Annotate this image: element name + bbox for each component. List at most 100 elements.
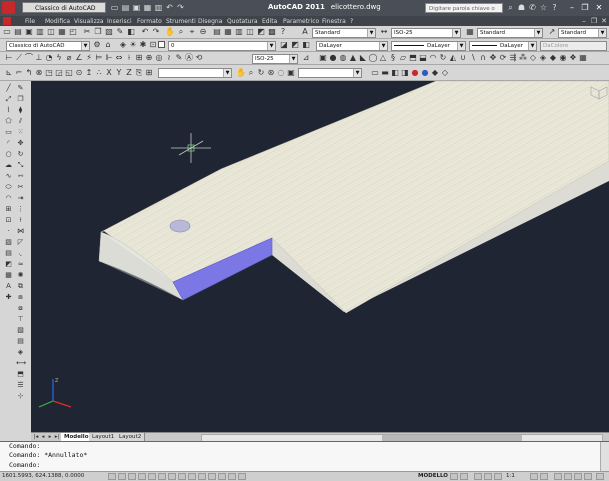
menu-file[interactable]: File — [25, 17, 35, 26]
new-file-icon[interactable]: ▭ — [110, 3, 119, 12]
pan-icon[interactable]: ✋ — [165, 27, 175, 37]
3d-align-icon[interactable]: ⇶ — [508, 53, 518, 63]
break-icon[interactable]: ⟊ — [124, 53, 134, 63]
array-icon[interactable]: ⁙ — [16, 128, 25, 137]
3d-wireframe-icon[interactable]: ◈ — [538, 53, 548, 63]
subscription-icon[interactable]: ☗ — [517, 3, 526, 12]
text-above-icon[interactable]: ⊤ — [16, 315, 25, 324]
subtract-icon[interactable]: ∖ — [468, 53, 478, 63]
doc-minimize-icon[interactable]: – — [580, 16, 588, 26]
jogged-linear-icon[interactable]: ≀ — [164, 53, 174, 63]
workspace-select[interactable]: Classico di AutoCAD ▼ — [6, 41, 90, 51]
search-icon[interactable]: ⌕ — [506, 3, 515, 12]
zoom-realtime-icon[interactable]: ⌕ — [176, 27, 186, 37]
menu-quotatura[interactable]: Quotatura — [227, 17, 258, 26]
workspace-settings-icon[interactable]: ⚙ — [92, 40, 102, 50]
3d-dwf-icon[interactable]: ◰ — [68, 27, 78, 37]
erase-icon[interactable]: ✎ — [16, 84, 25, 93]
rotate-icon[interactable]: ↻ — [16, 150, 25, 159]
minimize-button[interactable]: – — [567, 2, 577, 13]
menu-modifica[interactable]: Modifica — [45, 17, 70, 26]
ucs-origin-icon[interactable]: ⊙ — [74, 68, 84, 78]
document-icon[interactable] — [3, 17, 11, 25]
layer-previous-icon[interactable]: ◩ — [290, 40, 300, 50]
multileader-style-dropdown[interactable]: Standard ▼ — [558, 28, 607, 38]
hatch-back-icon[interactable]: ▧ — [16, 326, 25, 335]
table-style-dropdown[interactable]: Standard ▼ — [477, 28, 543, 38]
transparency-icon[interactable] — [218, 473, 226, 480]
infer-constraints-icon[interactable] — [108, 473, 116, 480]
cone-icon[interactable]: ▲ — [348, 53, 358, 63]
zoom-icon[interactable] — [484, 473, 492, 480]
revision-cloud-icon[interactable]: ☁ — [4, 161, 13, 170]
dim-update-icon[interactable]: ⟲ — [194, 53, 204, 63]
isolate-objects-icon[interactable] — [584, 473, 592, 480]
layer-walk-icon[interactable]: ◈ — [16, 348, 25, 357]
plot-icon[interactable]: ▥ — [154, 3, 163, 12]
design-center-icon[interactable]: ▦ — [223, 27, 233, 37]
favorites-icon[interactable]: ☆ — [539, 3, 548, 12]
steeringwheel-icon[interactable] — [494, 473, 502, 480]
quick-dimension-icon[interactable]: ⚡ — [84, 53, 94, 63]
quick-properties-icon[interactable] — [228, 473, 236, 480]
help-icon[interactable]: ? — [278, 27, 288, 37]
cylinder-icon[interactable]: ◍ — [338, 53, 348, 63]
table-icon[interactable]: ▦ — [4, 271, 13, 280]
hidden-icon[interactable]: ◆ — [548, 53, 558, 63]
undo-icon[interactable]: ↶ — [140, 27, 150, 37]
intersect-icon[interactable]: ∩ — [478, 53, 488, 63]
named-views-dropdown[interactable]: ▼ — [298, 68, 362, 78]
dim-style-dropdown[interactable]: ISO-25 ▼ — [391, 28, 461, 38]
drawing-viewport[interactable]: Z — [31, 81, 609, 432]
top-view-icon[interactable]: ▭ — [370, 68, 380, 78]
free-orbit-icon[interactable]: ⊛ — [266, 68, 276, 78]
camera-icon[interactable]: ▣ — [286, 68, 296, 78]
menu-strumenti[interactable]: Strumenti — [166, 17, 196, 26]
ucs-world-icon[interactable]: ⊗ — [34, 68, 44, 78]
insert-block-icon[interactable]: ⊞ — [4, 205, 13, 214]
circle-icon[interactable]: ○ — [4, 150, 13, 159]
search-input[interactable]: Digitare parola chiave o frase — [425, 3, 503, 22]
ucs-y-icon[interactable]: Y — [114, 68, 124, 78]
named-ucs-icon[interactable]: ⊞ — [144, 68, 154, 78]
quick-view-layouts-icon[interactable] — [450, 473, 458, 480]
spline-icon[interactable]: ∿ — [4, 172, 13, 181]
block-editor-icon[interactable]: ◧ — [126, 27, 136, 37]
dim-text-edit-icon[interactable]: Ⓐ — [184, 53, 194, 63]
join-icon[interactable]: ⋈ — [16, 227, 25, 236]
close-button[interactable]: ✕ — [594, 2, 604, 13]
presspull-icon[interactable]: ⬓ — [418, 53, 428, 63]
chamfer-icon[interactable]: ◸ — [16, 238, 25, 247]
calculator-icon[interactable]: ▩ — [267, 27, 277, 37]
angular-icon[interactable]: ∠ — [74, 53, 84, 63]
annotation-visibility-icon[interactable] — [530, 473, 538, 480]
right-view-icon[interactable]: ◨ — [400, 68, 410, 78]
apply-ucs-icon[interactable]: ⎘ — [134, 68, 144, 78]
left-view-icon[interactable]: ◧ — [390, 68, 400, 78]
auto-scale-icon[interactable] — [540, 473, 548, 480]
extrude-icon[interactable]: ⬒ — [408, 53, 418, 63]
communication-center-icon[interactable]: ✆ — [528, 3, 537, 12]
toolbar-lock-icon[interactable] — [564, 473, 572, 480]
dynamic-ucs-icon[interactable] — [188, 473, 196, 480]
snap-mode-icon[interactable] — [118, 473, 126, 480]
tolerance-icon[interactable]: ⊞ — [134, 53, 144, 63]
ellipse-icon[interactable]: ⬭ — [4, 183, 13, 192]
qnew-icon[interactable]: ▭ — [2, 27, 12, 37]
ucs-z-icon[interactable]: Z — [124, 68, 134, 78]
planar-surface-icon[interactable]: ▱ — [398, 53, 408, 63]
orbit-icon[interactable]: ↻ — [256, 68, 266, 78]
construction-line-icon[interactable]: ⤢ — [4, 95, 13, 104]
copy-object-icon[interactable]: ❐ — [16, 95, 25, 104]
help-icon[interactable]: ? — [550, 3, 559, 12]
publish-icon[interactable]: ▦ — [57, 27, 67, 37]
workspace-lock-icon[interactable]: ⌂ — [103, 40, 113, 50]
id-point-icon[interactable]: ⊹ — [16, 392, 25, 401]
ucs-previous-icon[interactable]: ↰ — [24, 68, 34, 78]
pyramid-icon[interactable]: △ — [378, 53, 388, 63]
copy-icon[interactable]: ❐ — [93, 27, 103, 37]
center-mark-icon[interactable]: ⊕ — [144, 53, 154, 63]
aligned-dimension-icon[interactable]: ⟋ — [14, 53, 24, 63]
ucs-view-icon[interactable]: ◱ — [64, 68, 74, 78]
torus-icon[interactable]: ◯ — [368, 53, 378, 63]
